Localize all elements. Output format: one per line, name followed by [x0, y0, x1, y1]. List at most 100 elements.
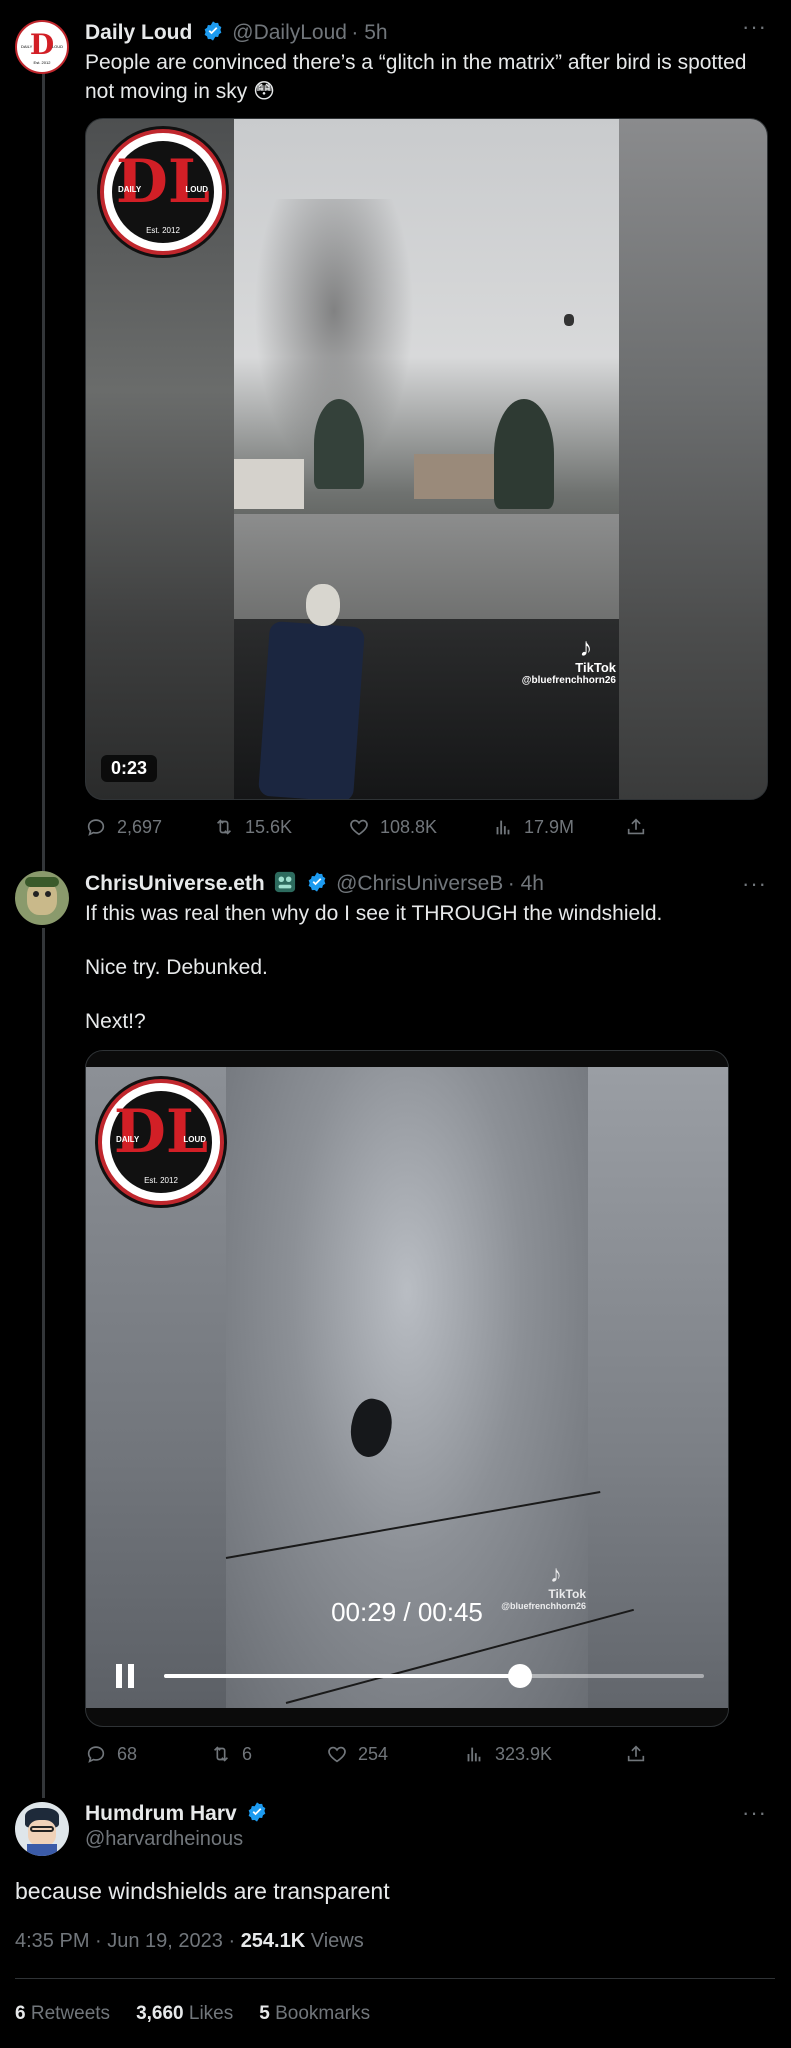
- views-count: 323.9K: [495, 1743, 553, 1764]
- views-label: Views: [305, 1930, 364, 1952]
- tweet-timestamp[interactable]: 4:35 PM · Jun 19, 2023 ·: [15, 1930, 241, 1952]
- handle[interactable]: @DailyLoud: [232, 21, 347, 44]
- tweet-text: People are convinced there’s a “glitch i…: [85, 51, 747, 103]
- logo-text: LOUD: [185, 185, 208, 194]
- verified-badge-icon: [248, 1802, 266, 1822]
- retweets-label: Retweets: [30, 2003, 111, 2024]
- reply-icon: [87, 1746, 105, 1763]
- video-frame: [234, 119, 619, 799]
- reply-count: 68: [117, 1743, 138, 1764]
- video-duration: 0:23: [101, 755, 158, 782]
- ornament: [306, 584, 340, 626]
- handle[interactable]: @ChrisUniverseB: [336, 872, 503, 895]
- progress-bar[interactable]: [164, 1664, 704, 1688]
- thread-line: [42, 72, 45, 872]
- retweets-count: 6: [15, 2003, 26, 2024]
- like-icon: [350, 819, 368, 836]
- bookmarks-label: Bookmarks: [275, 2003, 371, 2024]
- views-button[interactable]: 323.9K: [463, 1743, 552, 1765]
- reply-button[interactable]: 2,697: [85, 816, 162, 838]
- avatar[interactable]: D DAILY LOUD Est. 2012: [15, 20, 69, 74]
- house: [414, 454, 494, 499]
- retweet-button[interactable]: 15.6K: [213, 816, 292, 838]
- more-icon[interactable]: ···: [742, 1800, 767, 1826]
- share-button[interactable]: [625, 816, 647, 838]
- likes-label: Likes: [188, 2003, 234, 2024]
- views-button[interactable]: 17.9M: [492, 816, 574, 838]
- display-name[interactable]: Humdrum Harv: [85, 1802, 237, 1825]
- share-button[interactable]: [625, 1743, 647, 1765]
- share-icon: [627, 818, 645, 835]
- tiktok-watermark: ♪ TikTok @bluefrenchhorn26: [506, 634, 616, 686]
- avatar-text: DAILY: [21, 44, 33, 49]
- likes-count: 3,660: [136, 2003, 184, 2024]
- pause-icon: [114, 1664, 136, 1688]
- more-icon[interactable]: ···: [742, 14, 767, 40]
- thread-line: [42, 928, 45, 1798]
- handle[interactable]: @harvardheinous: [85, 1828, 243, 1851]
- video-blur-right: [619, 119, 767, 799]
- logo-text: Est. 2012: [144, 1176, 178, 1185]
- tiktok-user: @bluefrenchhorn26: [521, 675, 616, 686]
- avatar[interactable]: [15, 871, 69, 925]
- reply-icon: [87, 819, 105, 836]
- tweet-text-line: Nice try. Debunked.: [85, 956, 268, 979]
- views-icon: [467, 1747, 481, 1762]
- timestamp[interactable]: · 5h: [351, 21, 387, 44]
- display-name[interactable]: ChrisUniverse.eth: [85, 872, 265, 895]
- logo-text: DAILY: [118, 185, 142, 194]
- pause-button[interactable]: [114, 1664, 136, 1688]
- tiktok-brand: TikTok: [575, 660, 616, 675]
- tweet-header: ChrisUniverse.eth @ChrisUniverseB · 4h: [85, 871, 544, 896]
- avatar[interactable]: [15, 1802, 69, 1856]
- tree-silhouette: [314, 399, 364, 489]
- bird: [564, 314, 574, 326]
- tweet-text: because windshields are transparent: [15, 1878, 390, 1904]
- road: [234, 514, 619, 634]
- tweet-header: Daily Loud @DailyLoud · 5h: [85, 20, 388, 45]
- share-icon: [627, 1745, 645, 1762]
- bookmarks-stat[interactable]: 5 Bookmarks: [259, 2003, 370, 2025]
- video-time-display: 00:29 / 00:45: [331, 1597, 483, 1627]
- tweet-text-line: If this was real then why do I see it TH…: [85, 902, 663, 925]
- tiktok-icon: ♪: [579, 632, 593, 662]
- likes-stat[interactable]: 3,660 Likes: [136, 2003, 233, 2025]
- tree-silhouette: [494, 399, 554, 509]
- verified-badge-icon: [204, 21, 222, 41]
- bookmarks-count: 5: [259, 2003, 270, 2024]
- logo-letters: DL: [113, 1097, 209, 1167]
- video-player[interactable]: DL DAILY LOUD Est. 2012 ♪ TikTok @bluefr…: [85, 118, 768, 800]
- tweet-meta: 4:35 PM · Jun 19, 2023 · 254.1K Views: [15, 1930, 364, 1953]
- like-button[interactable]: 254: [326, 1743, 388, 1765]
- reply-button[interactable]: 68: [85, 1743, 137, 1765]
- reply-count: 2,697: [117, 816, 163, 837]
- video-area: DL DAILY LOUD Est. 2012 ♪ TikTok @bluefr…: [86, 1067, 728, 1708]
- like-button[interactable]: 108.8K: [348, 816, 437, 838]
- divider: [15, 1978, 775, 1979]
- phone: [258, 620, 365, 799]
- progress-fill: [164, 1674, 521, 1678]
- tweet-header: Humdrum Harv: [85, 1801, 268, 1826]
- retweets-stat[interactable]: 6 Retweets: [15, 2003, 110, 2025]
- views-count: 17.9M: [524, 816, 575, 837]
- logo-text: Est. 2012: [146, 226, 180, 235]
- bird: [344, 1394, 398, 1462]
- like-count: 254: [358, 1743, 389, 1764]
- daily-loud-logo: DL DAILY LOUD Est. 2012: [100, 129, 226, 255]
- retweet-button[interactable]: 6: [210, 1743, 252, 1765]
- nft-badge-icon: [275, 871, 296, 893]
- avatar-text: LOUD: [51, 44, 63, 49]
- display-name[interactable]: Daily Loud: [85, 21, 192, 44]
- avatar-text: Est. 2012: [33, 60, 51, 65]
- video-player[interactable]: DL DAILY LOUD Est. 2012 ♪ TikTok @bluefr…: [85, 1050, 729, 1727]
- tweet-stats: 6 Retweets 3,660 Likes 5 Bookmarks: [15, 2003, 370, 2025]
- views-count: 254.1K: [240, 1930, 306, 1952]
- retweet-count: 6: [242, 1743, 253, 1764]
- views-icon: [496, 820, 510, 835]
- power-line: [225, 1491, 601, 1559]
- like-count: 108.8K: [380, 816, 438, 837]
- more-icon[interactable]: ···: [742, 871, 767, 897]
- tweet-text-line: Next!?: [85, 1010, 146, 1033]
- logo-letters: DL: [115, 147, 211, 217]
- timestamp[interactable]: · 4h: [508, 872, 544, 895]
